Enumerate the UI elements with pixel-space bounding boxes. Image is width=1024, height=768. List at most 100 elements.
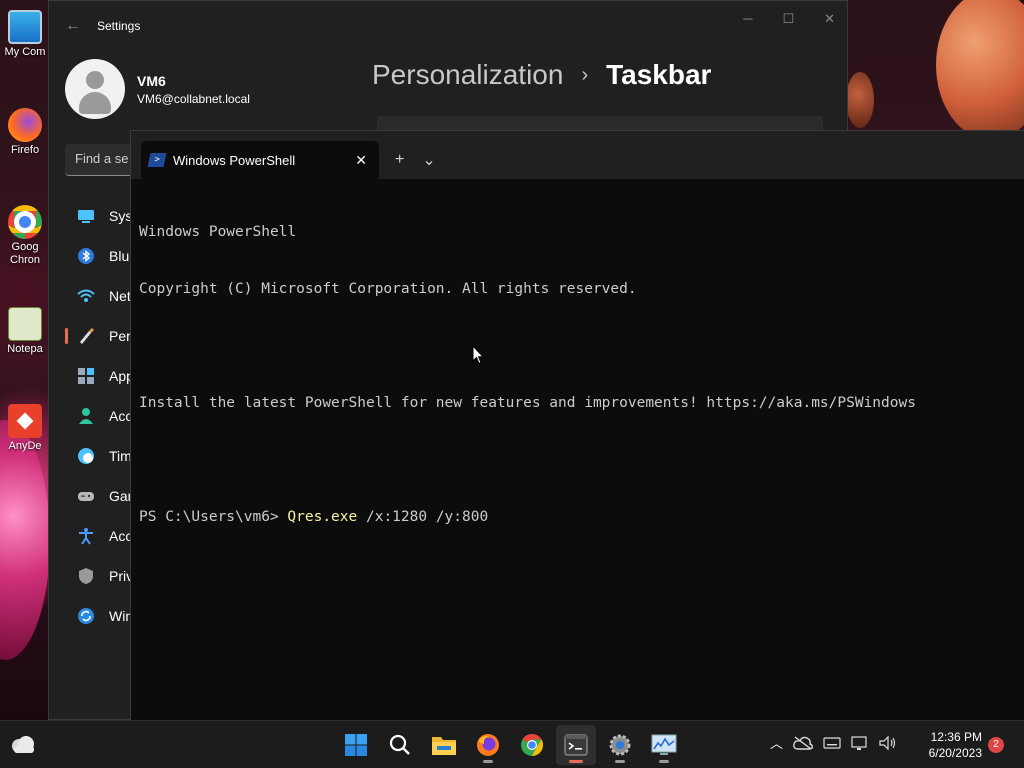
- nav-item-label: Gar: [109, 488, 133, 504]
- taskbar-clock[interactable]: 12:36 PM 6/20/2023: [918, 729, 982, 761]
- notification-badge[interactable]: 2: [988, 737, 1004, 753]
- powershell-icon: >: [147, 153, 167, 167]
- terminal-output[interactable]: Windows PowerShell Copyright (C) Microso…: [131, 179, 1024, 565]
- taskbar-firefox[interactable]: [468, 725, 508, 765]
- nav-item-network[interactable]: Netw: [65, 276, 141, 316]
- desktop-icon-notepad[interactable]: Notepa: [0, 307, 50, 355]
- nav-item-bluetooth[interactable]: Blue: [65, 236, 137, 276]
- chrome-icon: [8, 205, 42, 239]
- weather-cloud-icon[interactable]: [10, 733, 36, 755]
- time-language-icon: [78, 448, 94, 464]
- folder-icon: [432, 737, 456, 755]
- taskbar-apps: [336, 725, 684, 765]
- maximize-icon[interactable]: ☐: [782, 11, 794, 27]
- terminal-line: Windows PowerShell: [139, 224, 297, 240]
- taskbar-start-button[interactable]: [336, 725, 376, 765]
- clock-date: 6/20/2023: [928, 746, 982, 760]
- mouse-cursor-icon: [472, 345, 484, 365]
- avatar: [65, 59, 125, 119]
- network-icon: [77, 289, 95, 302]
- firefox-icon: [8, 108, 42, 142]
- user-name: VM6: [137, 72, 166, 89]
- terminal-tab[interactable]: > Windows PowerShell ✕: [141, 141, 379, 179]
- taskbar-terminal[interactable]: [556, 725, 596, 765]
- close-icon[interactable]: ✕: [824, 11, 835, 27]
- nav-item-label: Acc: [109, 528, 133, 544]
- desktop-icon-google-chrome[interactable]: Goog Chron: [0, 205, 50, 267]
- nav-item-time-language[interactable]: Tim: [65, 436, 135, 476]
- settings-titlebar[interactable]: ← Settings ─ ☐ ✕: [49, 1, 847, 51]
- window-controls: ─ ☐ ✕: [743, 11, 835, 27]
- terminal-prompt-line: PS C:\Users\vm6> Qres.exe /x:1280 /y:800: [139, 508, 1024, 527]
- desktop-icon-label: My Com: [4, 46, 46, 58]
- computer-monitor-icon: [8, 10, 42, 44]
- volume-speaker-icon[interactable]: [879, 735, 897, 751]
- command-args: /x:1280 /y:800: [357, 509, 489, 525]
- chevron-down-icon[interactable]: ⌄: [422, 150, 435, 170]
- nav-item-system[interactable]: Syst: [65, 196, 136, 236]
- onedrive-cloud-icon[interactable]: [793, 735, 813, 750]
- back-arrow-icon[interactable]: ←: [49, 17, 97, 35]
- windows-update-icon: [78, 608, 94, 624]
- search-icon: [389, 734, 410, 755]
- clock-time: 12:36 PM: [930, 730, 982, 744]
- running-indicator: [615, 760, 625, 763]
- desktop-icon-label: AnyDe: [8, 440, 42, 452]
- minimize-icon[interactable]: ─: [743, 11, 752, 27]
- system-tray: ︿: [770, 733, 897, 752]
- active-indicator: [569, 760, 583, 763]
- nav-item-gaming[interactable]: Gar: [65, 476, 135, 516]
- settings-nav: Syst Blue Netw Pers App Acco Tim Gar Acc…: [65, 196, 141, 636]
- network-status-icon[interactable]: [851, 735, 869, 751]
- keyboard-icon[interactable]: [823, 736, 841, 750]
- firefox-icon: [477, 734, 499, 756]
- powershell-terminal-window[interactable]: > Windows PowerShell ✕ + ⌄ Windows Power…: [130, 130, 1024, 720]
- tab-title: Windows PowerShell: [173, 152, 296, 168]
- close-tab-icon[interactable]: ✕: [355, 152, 367, 169]
- gaming-icon: [78, 492, 94, 501]
- nav-item-accounts[interactable]: Acco: [65, 396, 140, 436]
- nav-item-label: Tim: [109, 448, 132, 464]
- nav-item-personalization[interactable]: Pers: [65, 316, 138, 356]
- desktop-icon-anydesk[interactable]: AnyDe: [0, 404, 50, 452]
- user-email: VM6@collabnet.local: [137, 91, 250, 106]
- desktop-icon-label: Goog Chron: [10, 241, 40, 266]
- wallpaper-orb-top-right: [936, 0, 1024, 140]
- accessibility-icon: [79, 528, 93, 545]
- nav-item-windows-update[interactable]: Win: [65, 596, 135, 636]
- wallpaper-orb-left-pink: [0, 420, 50, 660]
- desktop-icon-label: Firefo: [10, 144, 40, 156]
- running-indicator: [659, 760, 669, 763]
- taskbar: ︿ 12:36 PM 6/20/2023 2: [0, 720, 1024, 768]
- taskbar-resource-monitor[interactable]: [644, 725, 684, 765]
- breadcrumb-parent[interactable]: Personalization: [372, 59, 563, 91]
- windows-start-icon: [345, 734, 367, 756]
- desktop-icon-label: Notepa: [7, 343, 43, 355]
- notepad-icon: [8, 307, 42, 341]
- nav-item-apps[interactable]: App: [65, 356, 135, 396]
- command-name: Qres.exe: [287, 509, 358, 525]
- terminal-line: Install the latest PowerShell for new fe…: [139, 395, 916, 411]
- prompt: PS C:\Users\vm6>: [139, 509, 288, 525]
- nav-item-privacy[interactable]: Priv: [65, 556, 135, 596]
- user-profile[interactable]: VM6 VM6@collabnet.local: [65, 59, 250, 119]
- taskbar-settings[interactable]: [600, 725, 640, 765]
- bluetooth-icon: [78, 248, 94, 264]
- new-tab-plus-icon[interactable]: +: [395, 151, 404, 169]
- terminal-line: Copyright (C) Microsoft Corporation. All…: [139, 281, 637, 297]
- system-icon: [78, 210, 94, 223]
- breadcrumb: Personalization › Taskbar: [372, 59, 711, 91]
- nav-item-accessibility[interactable]: Acc: [65, 516, 135, 556]
- running-indicator: [483, 760, 493, 763]
- taskbar-search-button[interactable]: [380, 725, 420, 765]
- terminal-tab-bar[interactable]: > Windows PowerShell ✕ + ⌄: [131, 131, 1024, 179]
- chrome-icon: [521, 734, 543, 756]
- taskbar-chrome[interactable]: [512, 725, 552, 765]
- desktop-icon-my-computer[interactable]: My Com: [0, 10, 50, 58]
- wallpaper-orb-small: [846, 72, 874, 128]
- taskbar-file-explorer[interactable]: [424, 725, 464, 765]
- chevron-up-icon[interactable]: ︿: [770, 733, 783, 752]
- desktop-icon-firefox[interactable]: Firefo: [0, 108, 50, 156]
